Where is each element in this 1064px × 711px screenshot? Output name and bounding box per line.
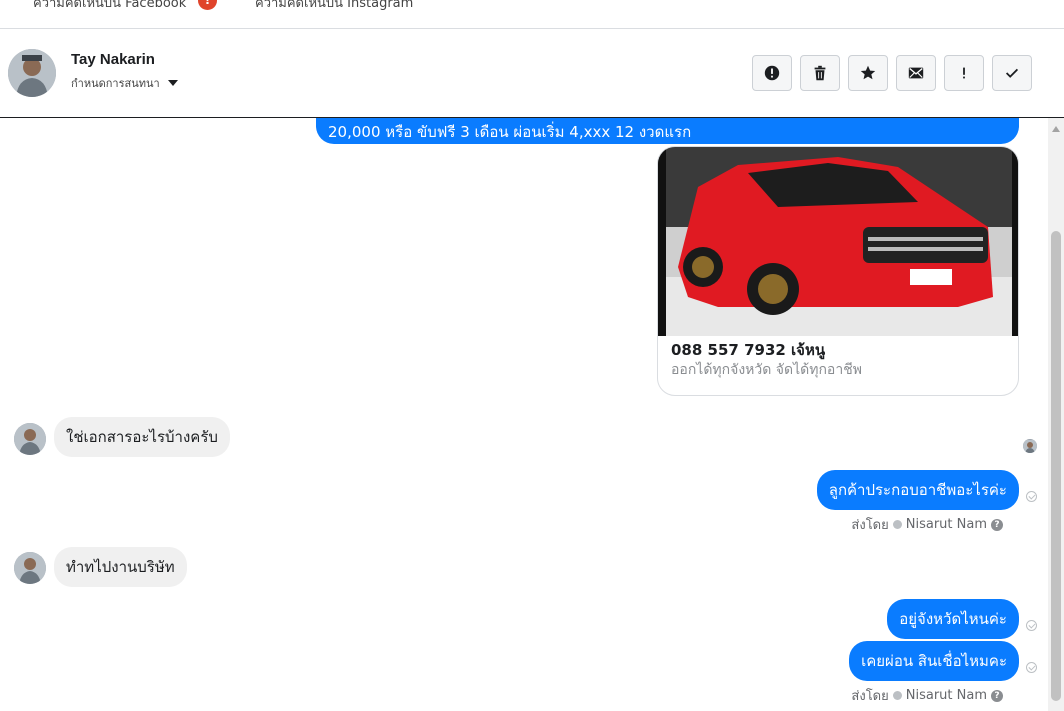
exclamation-icon (963, 67, 965, 79)
attachment-card[interactable]: 088 557 7932 เจ้หนู ออกได้ทุกจังหวัด จัด… (657, 146, 1019, 396)
scroll-up-arrow-icon[interactable] (1052, 126, 1060, 132)
sent-by-label: ส่งโดย (851, 689, 889, 704)
scrollbar[interactable] (1048, 118, 1064, 711)
tab-facebook-comments[interactable]: ความคิดเห็นบน Facebook (33, 0, 186, 13)
help-icon[interactable]: ? (991, 689, 1003, 702)
incoming-message: ใช่เอกสารอะไรบ้างครับ (54, 417, 230, 457)
scroll-thumb[interactable] (1051, 231, 1061, 701)
conversation-header: Tay Nakarin กำหนดการสนทนา (0, 29, 1064, 118)
envelope-icon (908, 67, 924, 79)
contact-avatar[interactable] (8, 49, 56, 97)
exclamation-circle-icon (764, 65, 780, 81)
assign-conversation-dropdown[interactable]: กำหนดการสนทนา (71, 74, 178, 92)
message-thread[interactable]: 20,000 หรือ ขับฟรี 3 เดือน ผ่อนเริ่ม 4,x… (0, 118, 1048, 711)
sent-by-label: ส่งโดย (851, 518, 889, 533)
sender-avatar[interactable] (14, 552, 46, 584)
sent-check-icon (1026, 662, 1037, 673)
star-icon (860, 65, 876, 80)
sent-by-info: ส่งโดย Nisarut Nam ? (851, 685, 1003, 706)
caret-down-icon (167, 80, 178, 86)
car-photo[interactable] (658, 147, 1018, 336)
report-spam-button[interactable] (752, 55, 792, 91)
checkmark-icon (1005, 68, 1019, 78)
contact-name[interactable]: Tay Nakarin (71, 51, 155, 68)
sent-check-icon (1026, 491, 1037, 502)
help-icon[interactable]: ? (991, 518, 1003, 531)
sent-check-icon (1026, 620, 1037, 631)
outgoing-message: ลูกค้าประกอบอาชีพอะไรค่ะ (816, 470, 1019, 510)
sent-by-name[interactable]: Nisarut Nam (906, 688, 987, 703)
assign-label: กำหนดการสนทนา (71, 77, 160, 90)
outgoing-message: 20,000 หรือ ขับฟรี 3 เดือน ผ่อนเริ่ม 4,x… (316, 118, 1019, 144)
card-subtitle: ออกได้ทุกจังหวัด จัดได้ทุกอาชีพ (671, 362, 862, 378)
sender-avatar[interactable] (14, 423, 46, 455)
verified-icon (892, 520, 902, 529)
delete-button[interactable] (800, 55, 840, 91)
conversation-actions (752, 55, 1032, 91)
tab-instagram-comments[interactable]: ความคิดเห็นบน Instagram (255, 0, 413, 13)
star-button[interactable] (848, 55, 888, 91)
inbox-conversation: ความคิดเห็นบน Facebook ! ความคิดเห็นบน I… (0, 0, 1064, 711)
verified-icon (892, 691, 902, 700)
incoming-message: ทำทไปงานบริษัท (54, 547, 187, 587)
alert-badge: ! (198, 0, 217, 10)
outgoing-message: อยู่จังหวัดไหนค่ะ (887, 599, 1019, 639)
trash-icon (814, 65, 826, 81)
comment-tabs: ความคิดเห็นบน Facebook ! ความคิดเห็นบน I… (0, 0, 1064, 29)
mark-done-button[interactable] (992, 55, 1032, 91)
sent-by-info: ส่งโดย Nisarut Nam ? (851, 514, 1003, 535)
outgoing-message: เคยผ่อน สินเชื่อไหมคะ (849, 641, 1019, 681)
follow-up-button[interactable] (944, 55, 984, 91)
mark-unread-button[interactable] (896, 55, 936, 91)
seen-avatar (1023, 439, 1037, 453)
sent-by-name[interactable]: Nisarut Nam (906, 517, 987, 532)
